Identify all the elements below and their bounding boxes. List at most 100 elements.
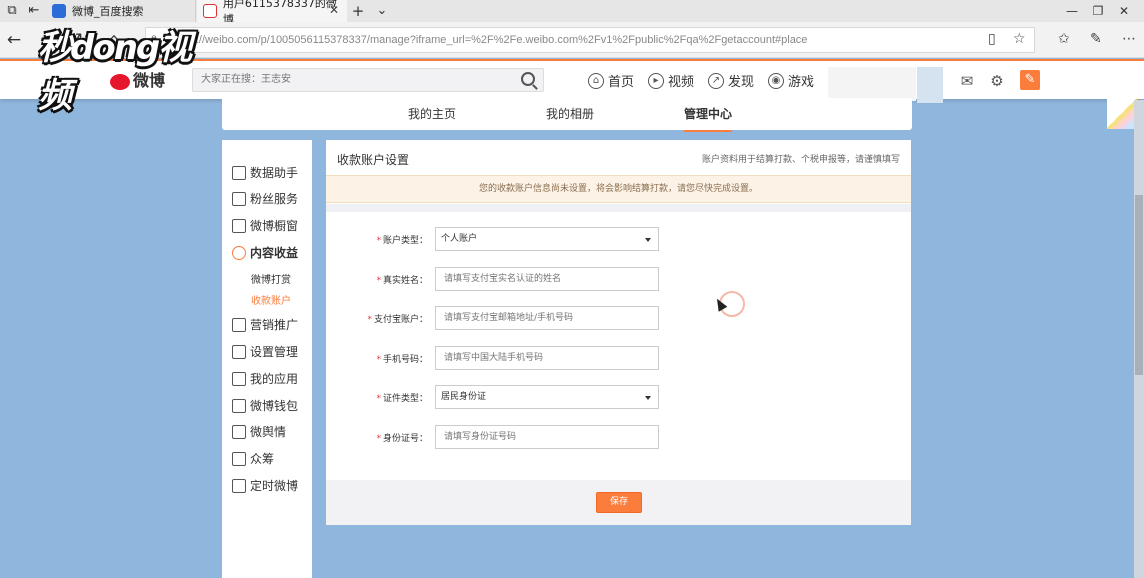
sidebar-item-label: 数据助手 [250,166,299,180]
form-footer: 保存 [326,480,911,525]
sidebar-item-label: 定时微博 [250,479,299,493]
browser-tab-weibo[interactable]: 用户6115378337的微博 ✕ [197,0,347,26]
account-type-select[interactable]: 个人账户 [435,227,659,251]
sidebar-item-label: 微博钱包 [250,399,299,413]
phone-label: * 手机号码： [302,352,428,365]
field-label: 证件类型： [382,394,428,404]
profile-tab-bar: 我的主页 我的相册 管理中心 [222,98,912,132]
tab-aside-icon[interactable]: ⇤ [26,3,42,19]
id-type-select[interactable]: 居民身份证 [435,385,659,409]
phone-field[interactable] [435,346,659,370]
sidebar-item-public-opinion[interactable]: 微舆情 [232,423,286,440]
new-tab-button[interactable]: + [350,3,366,19]
browser-tab-baidu[interactable]: 微博_百度搜索 [46,0,196,22]
real-name-field[interactable] [435,267,659,291]
reading-view-icon[interactable]: ▯ [988,31,996,47]
nav-label: 视频 [668,75,695,90]
sidebar-item-label: 粉丝服务 [250,192,299,206]
sidebar-item-crowdfunding[interactable]: 众筹 [232,450,274,467]
nav-label: 首页 [608,75,635,90]
field-label: 身份证号： [382,434,428,444]
sidebar-item-fan-service[interactable]: 粉丝服务 [232,190,298,207]
favorites-hub-icon[interactable]: ✩ [1058,31,1070,47]
search-placeholder: 大家正在搜：王志安 [201,74,291,85]
fans-icon [232,191,246,206]
required-mark: * [376,236,381,246]
field-label: 支付宝账户： [373,315,428,325]
weibo-logo-text: 微博 [133,71,166,90]
required-mark: * [376,276,381,286]
alipay-account-label: * 支付宝账户： [302,312,428,325]
sidebar-item-wallet[interactable]: 微博钱包 [232,397,298,414]
header-highlight [917,67,943,103]
required-mark: * [376,394,381,404]
chevron-down-icon[interactable]: ⌄ [374,3,390,19]
sidebar-item-label: 众筹 [250,452,275,466]
payee-account-panel: 收款账户设置 账户资料用于结算打款、个税申报等，请谨慎填写 您的收款账户信息尚未… [326,140,911,525]
compose-icon[interactable]: ✎ [1020,70,1040,90]
close-window-icon[interactable]: ✕ [1104,0,1144,22]
income-icon [232,245,246,260]
sidebar-item-settings[interactable]: 设置管理 [232,343,298,360]
dropdown-caret-icon [645,396,651,400]
account-type-label: * 账户类型： [302,233,428,246]
sidebar-item-scheduled-post[interactable]: 定时微博 [232,477,298,494]
sidebar-sub-tipping[interactable]: 微博打赏 [251,271,291,286]
sidebar-item-label: 微舆情 [250,425,287,439]
tab-title: 微博_百度搜索 [72,5,144,18]
save-button[interactable]: 保存 [596,492,642,513]
sidebar-item-content-income[interactable]: 内容收益 [232,244,298,261]
pen-notes-icon[interactable]: ✎ [1090,31,1102,47]
sidebar-item-label: 设置管理 [250,345,299,359]
scrollbar-thumb[interactable] [1135,195,1143,375]
sidebar-item-marketing[interactable]: 营销推广 [232,316,298,333]
url-field[interactable]: https://weibo.com/p/1005056115378337/man… [145,27,1035,53]
nav-games[interactable]: ◉ 游戏 [768,71,814,90]
alipay-account-field[interactable] [435,306,659,330]
user-settings-icon [232,344,246,359]
bag-icon [232,317,246,332]
sidebar-item-label: 我的应用 [250,372,299,386]
chart-line-icon [232,165,246,180]
opinion-icon [232,424,246,439]
nav-label: 游戏 [788,75,815,90]
select-value: 个人账户 [441,234,478,244]
crowdfund-icon [232,451,246,466]
baidu-paw-icon [52,4,66,18]
mail-icon[interactable]: ✉ [958,72,976,90]
sidebar-item-my-apps[interactable]: 我的应用 [232,370,298,387]
more-menu-icon[interactable]: ⋯ [1122,31,1136,47]
gear-icon[interactable]: ⚙ [988,72,1006,90]
game-icon: ◉ [768,72,784,89]
tab-management-center[interactable]: 管理中心 [684,105,733,132]
nav-video[interactable]: ▸ 视频 [648,71,694,90]
nav-home[interactable]: ⌂ 首页 [588,71,634,90]
panel-note: 账户资料用于结算打款、个税申报等，请谨慎填写 [701,155,900,165]
id-type-label: * 证件类型： [302,391,428,404]
dropdown-caret-icon [645,238,651,242]
corner-decoration [1107,97,1137,129]
weibo-eye-icon [110,73,130,90]
id-number-field[interactable] [435,425,659,449]
weibo-favicon-icon [203,4,217,18]
real-name-label: * 真实姓名： [302,273,428,286]
search-icon[interactable] [521,72,535,86]
section-divider [326,204,911,212]
sidebar-item-showcase[interactable]: 微博橱窗 [232,217,298,234]
back-arrow-icon[interactable]: ← [4,30,24,50]
field-label: 手机号码： [382,355,428,365]
management-sidebar: 数据助手 粉丝服务 微博橱窗 内容收益 微博打赏 收款账户 营销推广 设置管理 … [222,140,312,578]
tab-list-icon[interactable]: ⧉ [4,3,20,19]
required-mark: * [376,434,381,444]
nav-label: 发现 [728,75,755,90]
tab-my-album[interactable]: 我的相册 [546,105,594,122]
sidebar-item-data-assistant[interactable]: 数据助手 [232,164,298,181]
weibo-search-input[interactable]: 大家正在搜：王志安 [192,68,544,92]
tab-my-home[interactable]: 我的主页 [408,105,456,122]
nav-discover[interactable]: ↗ 发现 [708,71,754,90]
sidebar-sub-payee-account[interactable]: 收款账户 [251,292,291,307]
favorite-star-icon[interactable]: ☆ [1013,31,1026,47]
close-tab-icon[interactable]: ✕ [329,3,339,17]
id-number-label: * 身份证号： [302,431,428,444]
video-icon: ▸ [648,72,664,89]
